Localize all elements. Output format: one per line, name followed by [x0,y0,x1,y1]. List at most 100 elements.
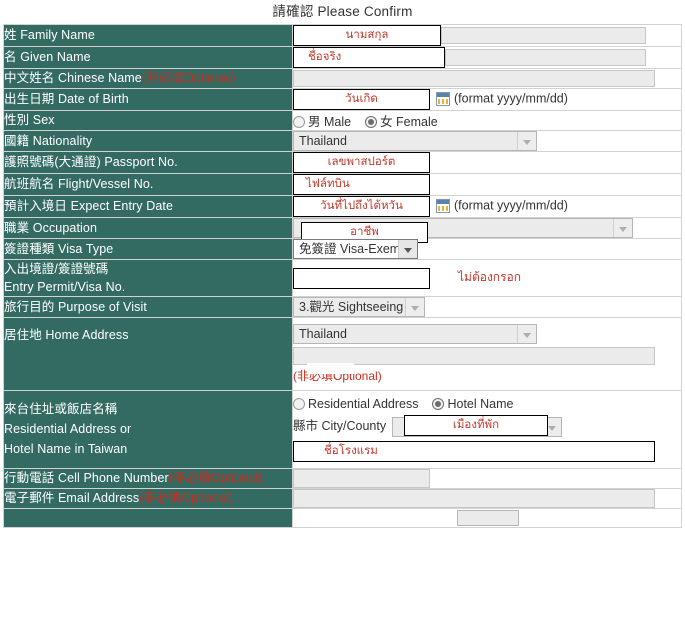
page-title: 請確認 Please Confirm [272,4,413,19]
label-taiwan-address: 來台住址或飯店名稱 Residential Address or Hotel N… [3,390,293,469]
label-nationality-cn: 國籍 [4,133,30,148]
cell-occupation: อาชีพ [292,217,682,243]
label-home-address: 居住地 Home Address [3,317,293,391]
radio-residential-address[interactable] [293,398,305,410]
annotation-flight-no: ไฟล์ทบิน [293,174,430,195]
table-row: 名 Given Name ชื่อจริง [3,46,682,69]
label-purpose-en: Purpose of Visit [57,299,147,314]
next-row-partial-select[interactable] [457,509,519,526]
label-nationality-en: Nationality [32,133,93,148]
label-sex-en: Sex [32,113,55,127]
table-row: 職業 Occupation อาชีพ [3,217,682,243]
label-given-name-en: Given Name [20,50,91,64]
label-entry-date: 預計入境日 Expect Entry Date [3,195,293,218]
label-cell-phone-en: Cell Phone Number [57,470,169,485]
label-flight-no-cn: 航班航名 [4,177,55,191]
table-row: 電子郵件 Email Address(非必填Optional) [3,487,682,509]
label-email-optional: (非必填Optional) [139,490,233,505]
cell-chinese-name [292,68,682,89]
family-name-input[interactable] [441,27,646,44]
label-date-of-birth-cn: 出生日期 [4,92,55,106]
label-visa-type-en: Visa Type [57,241,114,256]
label-email-cn: 電子郵件 [4,490,55,505]
label-sex-cn: 性別 [4,113,30,127]
annotation-date-of-birth: วันเกิด [293,89,430,110]
radio-residential-address-label: Residential Address [308,397,419,411]
label-next-row-partial [3,507,293,528]
cell-given-name: ชื่อจริง [292,46,682,69]
label-email-en: Email Address [57,490,140,505]
label-entry-permit: 入出境證/簽證號碼 Entry Permit/Visa No. [3,259,293,297]
home-country-select[interactable]: Thailand [293,324,537,344]
cell-phone-input[interactable] [293,468,430,488]
chevron-down-icon[interactable] [517,325,536,343]
cell-sex: 男 Male 女 Female [292,110,682,131]
label-given-name: 名 Given Name [3,46,293,69]
entry-permit-input[interactable] [293,267,430,289]
cell-purpose: 3.觀光 Sightseeing [292,296,682,318]
entry-date-format-hint: (format yyyy/mm/dd) [454,198,568,213]
label-chinese-name: 中文姓名 Chinese Name(非必填Optional) [3,68,293,89]
hotel-name-input[interactable]: ชื่อโรงแรม [293,440,655,462]
radio-hotel-name[interactable] [432,398,445,410]
chevron-down-icon[interactable] [398,240,417,258]
label-occupation-cn: 職業 [4,220,30,235]
label-family-name-cn: 姓 [4,28,17,42]
radio-female[interactable] [365,116,378,128]
table-row: 入出境證/簽證號碼 Entry Permit/Visa No. ไม่ต้องก… [3,259,682,297]
table-row: 來台住址或飯店名稱 Residential Address or Hotel N… [3,390,682,469]
given-name-input[interactable] [445,49,646,66]
nationality-select[interactable]: Thailand [293,131,537,151]
annotation-city-county: เมืองที่พัก [404,415,548,436]
label-passport-no-cn: 護照號碼(大通證) [4,155,101,169]
cell-cell-phone [292,467,682,489]
label-cell-phone-cn: 行動電話 [4,470,55,485]
cell-taiwan-address: Residential Address Hotel Name 縣市 City/Co… [292,390,682,469]
purpose-select[interactable]: 3.觀光 Sightseeing [293,297,425,317]
home-country-value: Thailand [299,327,347,341]
table-row: 姓 Family Name นามสกุล [3,24,682,47]
label-entry-permit-en: Entry Permit/Visa No. [4,280,126,294]
confirmation-form: 姓 Family Name นามสกุล 名 Given Name ชื่อจ… [3,24,682,528]
table-row: 護照號碼(大通證) Passport No. เลขพาสปอร์ต [3,151,682,174]
annotation-passport-no: เลขพาสปอร์ต [293,152,430,173]
chinese-name-input[interactable] [293,70,655,87]
cell-flight-no: ไฟล์ทบิน [292,173,682,196]
table-row: 中文姓名 Chinese Name(非必填Optional) [3,68,682,89]
table-row: 國籍 Nationality Thailand [3,130,682,152]
nationality-value: Thailand [299,134,347,148]
label-home-address-en: Home Address [45,328,129,342]
chevron-down-icon[interactable] [405,298,424,316]
annotation-family-name: นามสกุล [293,25,441,46]
radio-male[interactable] [293,116,305,128]
visa-type-select[interactable]: 免簽證 Visa-Exempt [293,239,418,259]
label-entry-permit-cn: 入出境證/簽證號碼 [4,262,109,276]
label-taiwan-address-en-2: Hotel Name in Taiwan [4,442,128,457]
table-row: 居住地 Home Address Thailand (非必填Optional) [3,317,682,391]
cell-entry-date: วันที่ไปถึงไต้หวัน (format yyyy/mm/dd) [292,195,682,218]
cell-visa-type: 免簽證 Visa-Exempt [292,238,682,260]
date-of-birth-format-hint: (format yyyy/mm/dd) [454,91,568,106]
table-row: 行動電話 Cell Phone Number(非必填Optional) [3,467,682,489]
annotation-entry-date: วันที่ไปถึงไต้หวัน [293,196,430,217]
radio-male-label: 男 Male [308,115,352,129]
chevron-down-icon[interactable] [517,132,536,150]
label-chinese-name-cn: 中文姓名 [4,71,55,85]
cell-family-name: นามสกุล [292,24,682,47]
entry-permit-note: ไม่ต้องกรอก [458,270,521,285]
label-home-address-cn: 居住地 [4,328,42,342]
chevron-down-icon[interactable] [613,219,632,237]
cell-date-of-birth: วันเกิด (format yyyy/mm/dd) [292,88,682,111]
calendar-icon[interactable] [436,198,450,213]
label-cell-phone-optional: (非必填Optional) [168,470,263,485]
table-row: 性別 Sex 男 Male 女 Female [3,110,682,131]
email-input[interactable] [293,488,655,508]
label-date-of-birth-en: Date of Birth [57,92,129,106]
calendar-icon[interactable] [436,91,450,106]
label-flight-no: 航班航名 Flight/Vessel No. [3,173,293,196]
radio-female-label: 女 Female [380,115,438,129]
purpose-value: 3.觀光 Sightseeing [299,300,404,314]
label-nationality: 國籍 Nationality [3,130,293,152]
label-visa-type-cn: 簽證種類 [4,241,55,256]
visa-type-value: 免簽證 Visa-Exempt [299,242,411,256]
